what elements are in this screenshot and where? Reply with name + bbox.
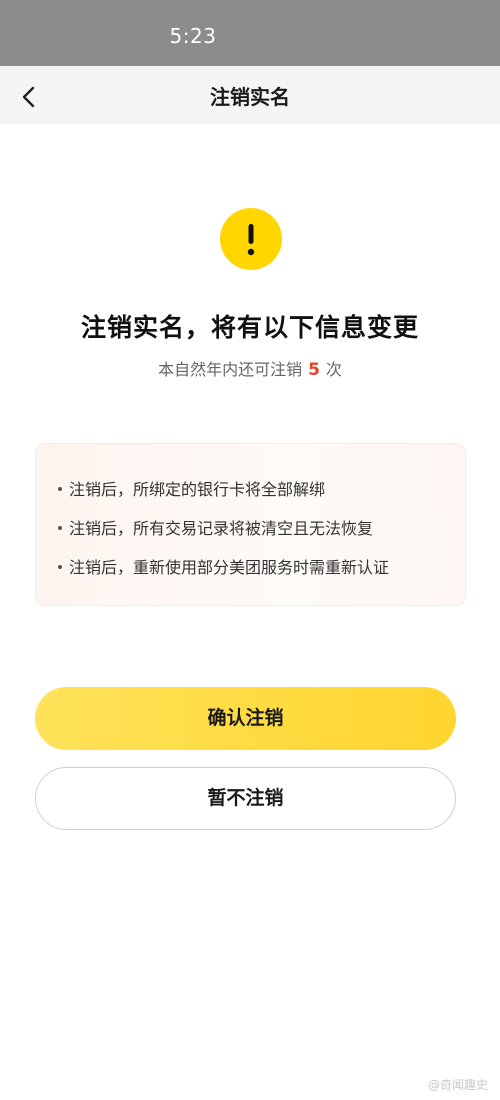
notice-card: 注销后，所绑定的银行卡将全部解绑 注销后，所有交易记录将被清空且无法恢复 注销后… <box>35 443 466 606</box>
page-title: 注销实名 <box>210 85 290 109</box>
notice-text: 注销后，重新使用部分美团服务时需重新认证 <box>69 558 390 577</box>
bullet-dot <box>58 487 62 491</box>
exclamation-icon <box>247 224 255 256</box>
notice-text: 注销后，所有交易记录将被清空且无法恢复 <box>69 519 374 538</box>
keep-verification-button[interactable]: 暂不注销 <box>35 767 456 830</box>
remaining-prefix: 本自然年内还可注销 <box>158 360 303 379</box>
confirm-cancel-button[interactable]: 确认注销 <box>35 687 456 750</box>
remaining-info: 本自然年内还可注销 5 次 <box>0 356 500 380</box>
status-bar: 5:23 <box>0 0 500 66</box>
notice-item: 注销后，重新使用部分美团服务时需重新认证 <box>58 554 389 578</box>
warning-title: 注销实名，将有以下信息变更 <box>80 313 419 342</box>
notice-item: 注销后，所绑定的银行卡将全部解绑 <box>58 476 325 500</box>
warning-badge <box>220 208 282 270</box>
notice-text: 注销后，所绑定的银行卡将全部解绑 <box>69 480 326 499</box>
watermark: @奇闻趣史 <box>427 1078 488 1092</box>
notice-item: 注销后，所有交易记录将被清空且无法恢复 <box>58 515 373 539</box>
remaining-suffix: 次 <box>325 360 342 379</box>
bullet-dot <box>58 565 62 569</box>
status-time: 5:23 <box>169 24 217 48</box>
remaining-count: 5 <box>308 360 320 380</box>
bullet-dot <box>58 526 62 530</box>
nav-bar: 注销实名 <box>0 66 500 124</box>
